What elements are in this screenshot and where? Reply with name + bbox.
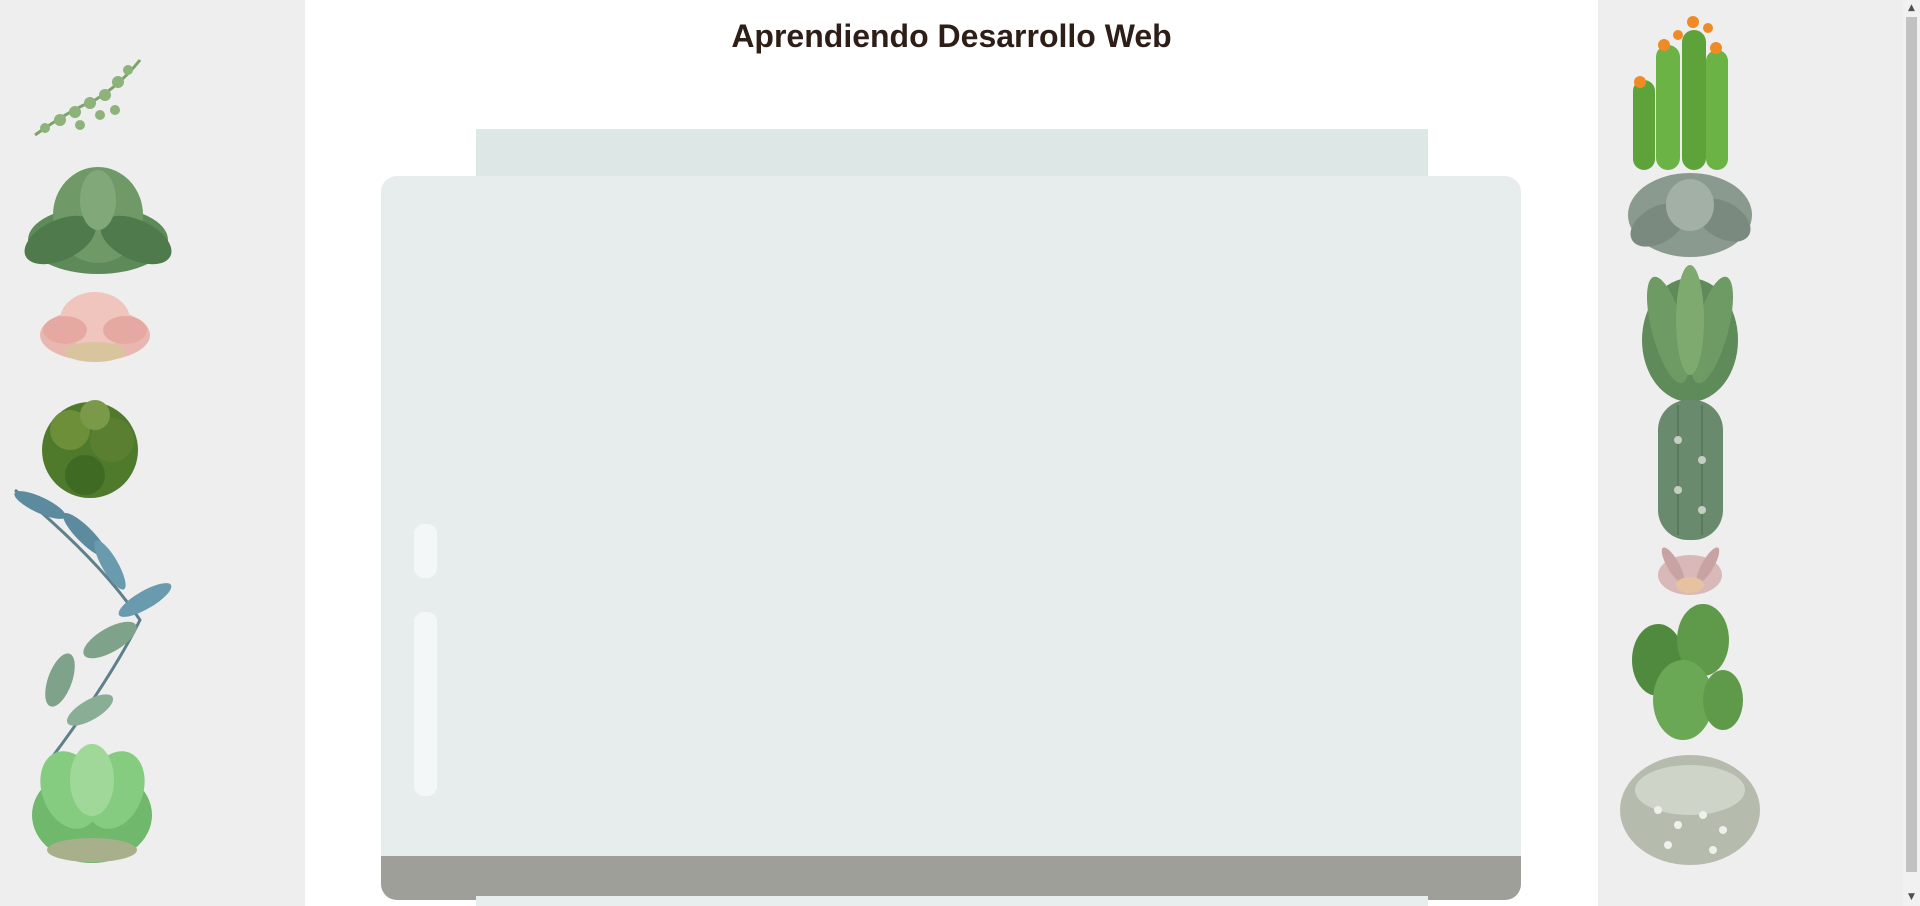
green-rosette-succulent-icon xyxy=(24,167,172,274)
air-plant-icon xyxy=(1658,547,1722,595)
terrarium-soil xyxy=(381,856,1521,900)
left-plant-illustrations xyxy=(14,59,172,863)
terrarium-jar xyxy=(381,176,1521,900)
page-title: Aprendiendo Desarrollo Web xyxy=(731,18,1172,54)
right-plant-illustrations xyxy=(1620,16,1760,865)
columnar-cactus-icon xyxy=(1658,400,1723,540)
terrarium-jar-lid xyxy=(476,129,1428,177)
echeveria-succulent-icon xyxy=(32,744,152,863)
agave-succulent-icon xyxy=(1642,265,1738,402)
scrollbar-thumb[interactable] xyxy=(1906,17,1917,872)
page-scrollbar[interactable]: ▲ ▼ xyxy=(1903,0,1920,906)
jar-glare-short xyxy=(414,524,437,578)
eucalyptus-branch-icon xyxy=(14,488,172,761)
pink-succulent-icon xyxy=(40,292,150,362)
left-plant-panel xyxy=(0,0,305,906)
flowering-cactus-icon xyxy=(1633,16,1728,170)
dark-green-succulent-icon xyxy=(42,400,138,498)
string-of-pearls-icon xyxy=(34,59,142,137)
main-content: Aprendiendo Desarrollo Web xyxy=(305,0,1598,906)
jar-glare-long xyxy=(414,612,437,796)
grey-rosette-succulent-icon xyxy=(1628,173,1752,257)
round-white-cactus-icon xyxy=(1620,755,1760,865)
prickly-pear-cactus-icon xyxy=(1632,604,1743,740)
scroll-down-icon[interactable]: ▼ xyxy=(1903,889,1920,906)
right-plant-panel xyxy=(1598,0,1903,906)
terrarium-jar-bottom xyxy=(476,896,1428,906)
scroll-up-icon[interactable]: ▲ xyxy=(1903,0,1920,17)
